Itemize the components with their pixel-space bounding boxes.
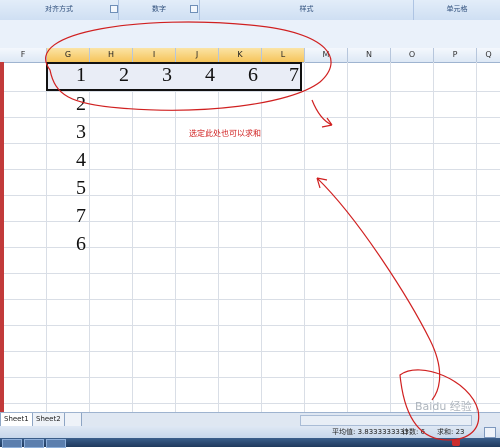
cell-g3[interactable]: 3 xyxy=(48,121,86,144)
formula-bar-area xyxy=(0,20,500,49)
column-header-label: L xyxy=(280,50,286,59)
cell-g5[interactable]: 5 xyxy=(48,177,86,200)
gridline xyxy=(0,273,500,274)
cell-g4[interactable]: 4 xyxy=(48,149,86,172)
status-sum: 求和: 23 xyxy=(437,428,465,436)
column-header-h[interactable]: H xyxy=(90,48,133,63)
gridline xyxy=(0,299,500,300)
gridline xyxy=(261,62,262,412)
column-header-f[interactable]: F xyxy=(0,48,47,63)
column-header-g[interactable]: G xyxy=(47,48,90,63)
status-bar: 平均值: 3.8333333333 计数: 6 求和: 23 xyxy=(0,426,500,438)
column-header-q[interactable]: Q xyxy=(477,48,500,63)
ribbon-group-bar: 对齐方式 数字 样式 单元格 xyxy=(0,0,500,21)
gridline xyxy=(304,62,305,412)
gridline xyxy=(89,62,90,412)
column-header-label: G xyxy=(64,50,72,59)
column-header-label: P xyxy=(452,50,458,59)
ribbon-group-alignment[interactable]: 对齐方式 xyxy=(0,0,119,20)
ribbon-group-styles-label: 样式 xyxy=(299,5,314,13)
normal-view-icon[interactable] xyxy=(484,427,496,438)
gridline xyxy=(476,62,477,412)
column-header-m[interactable]: M xyxy=(305,48,348,63)
cell-g7[interactable]: 6 xyxy=(48,233,86,256)
ribbon-group-styles[interactable]: 样式 xyxy=(200,0,414,20)
dialog-launcher-icon[interactable] xyxy=(110,5,118,13)
gridline xyxy=(0,351,500,352)
sheet-tab-bar: Sheet1 Sheet2 xyxy=(0,412,500,427)
column-header-label: N xyxy=(366,50,372,59)
cell-i1[interactable]: 3 xyxy=(134,64,172,87)
gridline xyxy=(46,62,47,412)
horizontal-scrollbar[interactable] xyxy=(300,415,472,426)
column-header-l[interactable]: L xyxy=(262,48,305,63)
ribbon-group-cells-label: 单元格 xyxy=(446,5,468,13)
column-header-label: J xyxy=(195,50,199,59)
gridline xyxy=(390,62,391,412)
ribbon-group-number[interactable]: 数字 xyxy=(119,0,200,20)
taskbar xyxy=(0,438,500,448)
gridline xyxy=(0,91,500,92)
column-header-label: F xyxy=(20,50,26,59)
insert-sheet-icon[interactable] xyxy=(64,413,82,427)
row-marker-bar xyxy=(0,62,4,412)
column-header-label: O xyxy=(408,50,416,59)
tray-icon[interactable] xyxy=(452,439,460,446)
column-header-p[interactable]: P xyxy=(434,48,477,63)
column-header-label: H xyxy=(107,50,114,59)
ribbon-group-number-label: 数字 xyxy=(152,5,166,13)
sheet-tab-sheet1[interactable]: Sheet1 xyxy=(0,413,33,427)
column-header-n[interactable]: N xyxy=(348,48,391,63)
cell-k1[interactable]: 6 xyxy=(220,64,258,87)
gridline xyxy=(175,62,176,412)
cell-g2[interactable]: 2 xyxy=(48,93,86,116)
column-header-k[interactable]: K xyxy=(219,48,262,63)
column-header-label: I xyxy=(152,50,156,59)
column-header-j[interactable]: J xyxy=(176,48,219,63)
column-header-o[interactable]: O xyxy=(391,48,434,63)
column-header-label: M xyxy=(322,50,330,59)
gridline xyxy=(132,62,133,412)
gridline xyxy=(347,62,348,412)
status-average: 平均值: 3.8333333333 xyxy=(332,428,409,436)
ribbon-group-alignment-label: 对齐方式 xyxy=(45,5,73,13)
ribbon-group-cells[interactable]: 单元格 xyxy=(414,0,500,20)
gridline xyxy=(0,325,500,326)
gridline xyxy=(0,117,500,118)
dialog-launcher-icon[interactable] xyxy=(190,5,198,13)
cell-h1[interactable]: 2 xyxy=(91,64,129,87)
column-header-label: Q xyxy=(485,50,492,59)
sheet-tab-sheet2[interactable]: Sheet2 xyxy=(32,413,65,427)
cell-l1[interactable]: 7 xyxy=(263,64,299,87)
status-count: 计数: 6 xyxy=(402,428,426,436)
cell-g1[interactable]: 1 xyxy=(48,64,86,87)
gridline xyxy=(218,62,219,412)
annotation-note: 选定此处也可以求和 xyxy=(189,129,261,138)
cell-g6[interactable]: 7 xyxy=(48,205,86,228)
cell-j1[interactable]: 4 xyxy=(177,64,215,87)
gridline xyxy=(0,377,500,378)
gridline xyxy=(433,62,434,412)
watermark-logo: Baidu 经验 xyxy=(415,400,472,413)
column-header-i[interactable]: I xyxy=(133,48,176,63)
column-header-label: K xyxy=(237,50,243,59)
